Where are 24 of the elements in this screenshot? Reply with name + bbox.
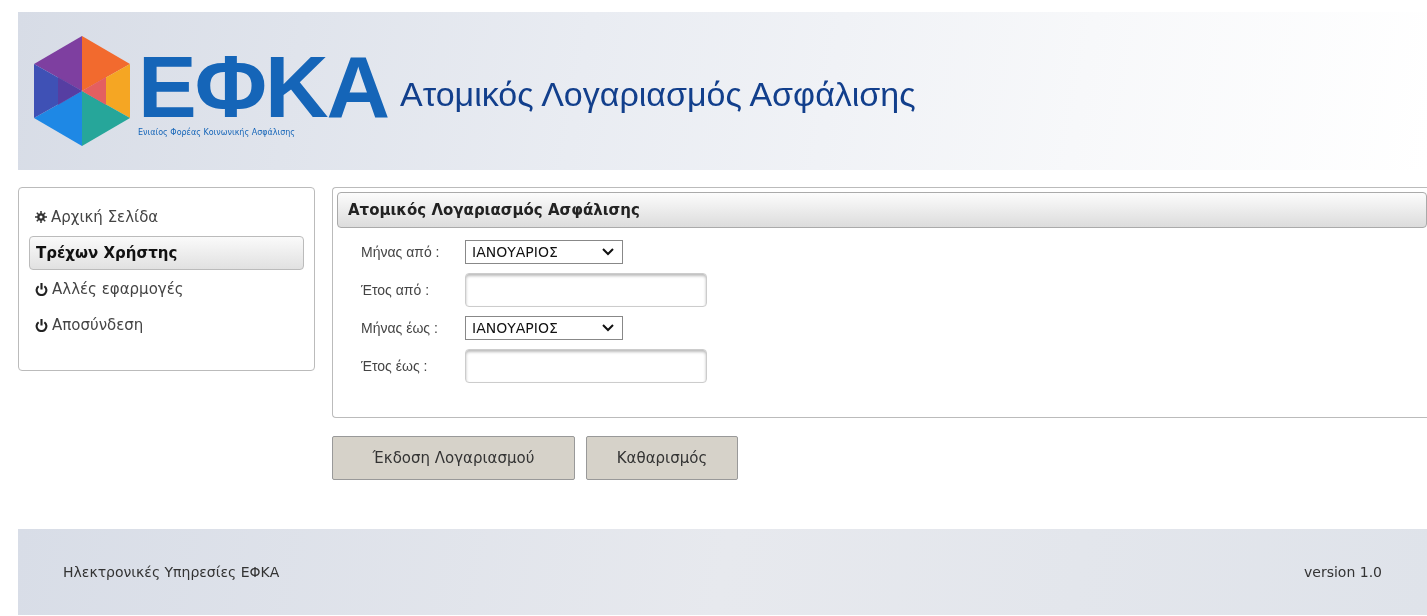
sidebar-item[interactable]: Αρχική Σελίδα [29,200,304,234]
field-label: Έτος από : [361,282,431,298]
field-label: Μήνας έως : [361,320,439,336]
chevron-down-icon [602,248,614,256]
month-dropdown[interactable]: ΙΑΝΟΥΑΡΙΟΣ [465,240,623,264]
logo-subtitle: Ενιαίος Φορέας Κοινωνικής Ασφάλισης [138,128,297,138]
year-input[interactable] [465,273,707,307]
month-dropdown[interactable]: ΙΑΝΟΥΑΡΙΟΣ [465,316,623,340]
chevron-down-icon [602,324,614,332]
field-label: Έτος έως : [361,358,429,374]
year-input[interactable] [465,349,707,383]
gear-icon [35,211,47,223]
field-label: Μήνας από : [361,244,441,260]
power-icon [35,318,48,332]
footer-text: Ηλεκτρονικές Υπηρεσίες ΕΦΚΑ [63,564,280,580]
sidebar-item[interactable]: Αποσύνδεση [29,308,304,342]
sidebar-item[interactable]: Αλλές εφαρμογές [29,272,304,306]
version-text: version 1.0 [1304,564,1382,580]
sidebar-item[interactable]: Τρέχων Χρήστης [29,236,304,270]
power-icon [35,282,48,296]
app-title: Ατομικός Λογαριασμός Ασφάλισης [400,74,916,114]
panel-title: Ατομικός Λογαριασμός Ασφάλισης [337,192,1427,228]
form-button[interactable]: Έκδοση Λογαριασμού [332,436,575,480]
form-button[interactable]: Καθαρισμός [586,436,738,480]
